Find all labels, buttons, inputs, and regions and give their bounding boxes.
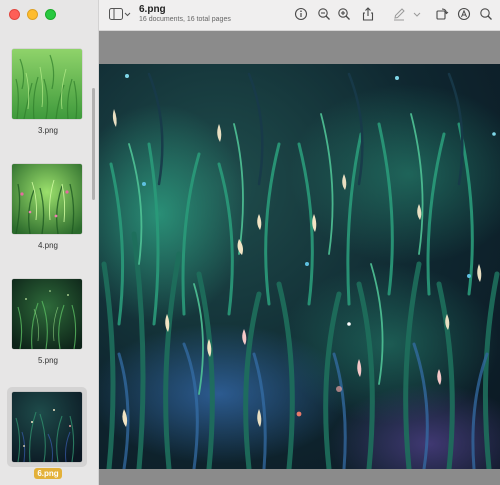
page-margin-bottom <box>99 469 500 485</box>
thumbnail-image-3[interactable] <box>12 49 82 119</box>
zoom-window-button[interactable] <box>45 9 56 20</box>
document-image <box>99 64 500 469</box>
search-icon[interactable] <box>479 7 493 21</box>
zoom-in-icon[interactable] <box>337 7 351 21</box>
thumbnail-label: 5.png <box>37 356 59 365</box>
title-block: 6.png 16 documents, 16 total pages <box>139 4 231 23</box>
share-icon[interactable] <box>361 7 375 21</box>
rotate-icon[interactable] <box>435 7 449 21</box>
sidebar-toggle-icon[interactable] <box>109 8 131 22</box>
zoom-out-icon[interactable] <box>317 7 331 21</box>
thumbnail-image-4[interactable] <box>12 164 82 234</box>
page-margin-top <box>99 31 500 64</box>
toolbar: 6.png 16 documents, 16 total pages <box>99 0 500 31</box>
thumbnail-image-5[interactable] <box>12 279 82 349</box>
thumbnail-label: 3.png <box>37 126 59 135</box>
thumbnail-label-selected: 6.png <box>0 468 96 479</box>
minimize-window-button[interactable] <box>27 9 38 20</box>
markup-pen-icon[interactable] <box>392 7 406 21</box>
document-view[interactable] <box>99 31 500 485</box>
selected-thumbnail-name: 6.png <box>34 468 62 479</box>
window-controls <box>9 9 56 20</box>
annotate-icon[interactable] <box>457 7 471 21</box>
close-window-button[interactable] <box>9 9 20 20</box>
sidebar-scrollbar[interactable] <box>92 88 95 200</box>
info-icon[interactable] <box>294 7 308 21</box>
preview-window: 3.png 4.png 5.png 6.png 6.png 16 documen… <box>0 0 500 485</box>
chevron-down-icon[interactable] <box>412 7 422 21</box>
document-subtitle: 16 documents, 16 total pages <box>139 16 231 23</box>
sidebar: 3.png 4.png 5.png 6.png <box>0 0 99 485</box>
document-title: 6.png <box>139 4 166 15</box>
thumbnail-label: 4.png <box>37 241 59 250</box>
thumbnail-image-6[interactable] <box>12 392 82 462</box>
